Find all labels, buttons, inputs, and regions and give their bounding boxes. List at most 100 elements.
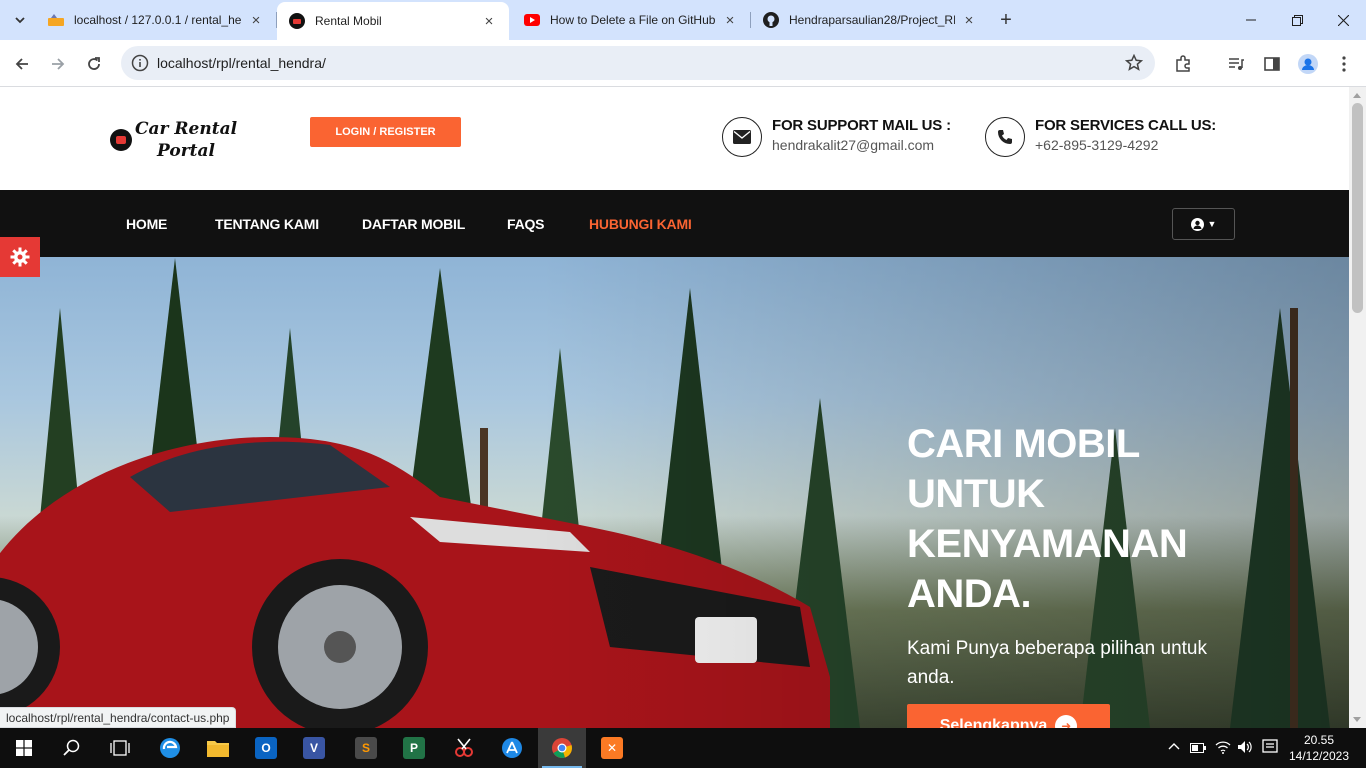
mail-label: FOR SUPPORT MAIL US : xyxy=(772,117,951,134)
taskbar-sublime[interactable]: S xyxy=(342,728,390,768)
close-icon xyxy=(1337,14,1349,26)
scrollbar-thumb[interactable] xyxy=(1352,103,1363,313)
app-store-icon xyxy=(501,737,523,759)
clock-date: 14/12/2023 xyxy=(1288,749,1350,763)
close-icon[interactable]: × xyxy=(481,13,497,30)
envelope-icon xyxy=(722,117,762,157)
menu-button[interactable] xyxy=(1330,50,1358,78)
youtube-icon xyxy=(524,12,540,28)
taskbar-xampp[interactable]: ✕ xyxy=(588,728,636,768)
clock-time: 20.55 xyxy=(1303,733,1335,747)
close-icon[interactable]: × xyxy=(248,12,264,29)
taskbar-outlook[interactable]: O xyxy=(242,728,290,768)
xampp-icon: ✕ xyxy=(601,737,623,759)
bookmark-star-icon[interactable] xyxy=(1125,54,1143,72)
site-logo[interactable]: Car Rental Portal xyxy=(110,118,237,162)
chevron-down-icon xyxy=(14,14,26,26)
taskbar-edge[interactable] xyxy=(146,728,194,768)
arrow-right-icon xyxy=(50,56,66,72)
nav-faqs[interactable]: FAQS xyxy=(507,216,545,232)
profile-button[interactable] xyxy=(1294,50,1322,78)
settings-toggle-button[interactable] xyxy=(0,237,40,277)
browser-tab-bar: localhost / 127.0.0.1 / rental_he × Rent… xyxy=(0,0,1366,40)
tab-search-button[interactable] xyxy=(8,8,32,32)
outlook-icon: O xyxy=(255,737,277,759)
puzzle-icon xyxy=(1174,55,1192,73)
call-value[interactable]: +62-895-3129-4292 xyxy=(1035,137,1216,153)
call-label: FOR SERVICES CALL US: xyxy=(1035,117,1217,134)
taskbar-snipping-tool[interactable] xyxy=(440,728,488,768)
nav-tentang-kami[interactable]: TENTANG KAMI xyxy=(215,216,319,232)
logo-text: Car Rental Portal xyxy=(135,118,237,162)
phpmyadmin-icon xyxy=(48,12,64,28)
sublime-text-icon: S xyxy=(355,737,377,759)
task-view-button[interactable] xyxy=(96,728,144,768)
tab-rental-mobil[interactable]: Rental Mobil × xyxy=(277,2,509,40)
hero-banner: CARI MOBIL UNTUK KENYAMANAN ANDA. Kami P… xyxy=(0,257,1349,728)
side-panel-icon xyxy=(1264,56,1280,72)
close-window-button[interactable] xyxy=(1320,0,1366,40)
tab-phpmyadmin[interactable]: localhost / 127.0.0.1 / rental_he × xyxy=(36,0,276,40)
user-dropdown-button[interactable]: ▼ xyxy=(1172,208,1235,240)
chevron-up-icon[interactable] xyxy=(1168,740,1180,758)
scroll-up-arrow-icon[interactable] xyxy=(1353,93,1361,98)
wifi-icon[interactable] xyxy=(1215,740,1231,759)
battery-icon[interactable] xyxy=(1190,741,1206,759)
gear-icon xyxy=(10,247,30,267)
media-control-button[interactable] xyxy=(1222,50,1250,78)
car-logo-icon xyxy=(110,129,132,151)
info-icon[interactable] xyxy=(131,54,149,72)
main-navbar: HOME TENTANG KAMI DAFTAR MOBIL FAQS HUBU… xyxy=(0,190,1349,257)
address-bar[interactable]: localhost/rpl/rental_hendra/ xyxy=(121,46,1155,80)
login-register-button[interactable]: LOGIN / REGISTER xyxy=(310,117,461,147)
chevron-down-icon: ▼ xyxy=(1207,219,1217,229)
back-button[interactable] xyxy=(8,50,36,78)
close-icon[interactable]: × xyxy=(961,12,977,29)
avatar-icon xyxy=(1298,54,1318,74)
restore-button[interactable] xyxy=(1274,0,1320,40)
forward-button[interactable] xyxy=(44,50,72,78)
arrow-left-icon xyxy=(14,56,30,72)
volume-icon[interactable] xyxy=(1237,740,1253,759)
github-icon xyxy=(763,12,779,28)
start-button[interactable] xyxy=(0,728,48,768)
scroll-down-arrow-icon[interactable] xyxy=(1353,717,1361,722)
system-clock[interactable]: 20.55 14/12/2023 xyxy=(1288,732,1350,764)
side-panel-button[interactable] xyxy=(1258,50,1286,78)
url-text[interactable]: localhost/rpl/rental_hendra/ xyxy=(157,55,326,71)
nav-home[interactable]: HOME xyxy=(126,216,167,232)
browser-toolbar: localhost/rpl/rental_hendra/ xyxy=(0,40,1366,87)
taskbar-search-button[interactable] xyxy=(48,728,96,768)
taskbar-file-explorer[interactable] xyxy=(194,728,242,768)
tab-title: Hendraparsaulian28/Project_RP xyxy=(789,13,955,27)
nav-hubungi-kami[interactable]: HUBUNGI KAMI xyxy=(589,216,692,232)
reload-button[interactable] xyxy=(80,50,108,78)
tab-title: How to Delete a File on GitHub xyxy=(550,13,716,27)
support-mail-block: FOR SUPPORT MAIL US : hendrakalit27@gmai… xyxy=(722,117,951,157)
services-call-block: FOR SERVICES CALL US: +62-895-3129-4292 xyxy=(985,117,1216,157)
taskbar-visio[interactable]: V xyxy=(290,728,338,768)
tab-youtube[interactable]: How to Delete a File on GitHub × xyxy=(512,0,750,40)
hero-more-button[interactable]: Selengkapnya ➜ xyxy=(907,704,1110,728)
nav-daftar-mobil[interactable]: DAFTAR MOBIL xyxy=(362,216,465,232)
minimize-icon xyxy=(1246,15,1256,25)
restore-icon xyxy=(1291,14,1303,26)
notification-icon[interactable] xyxy=(1262,739,1278,760)
taskbar-app-installer[interactable] xyxy=(488,728,536,768)
taskbar-chrome[interactable] xyxy=(538,728,586,768)
minimize-button[interactable] xyxy=(1228,0,1274,40)
user-circle-icon xyxy=(1190,217,1204,231)
mail-value[interactable]: hendrakalit27@gmail.com xyxy=(772,137,951,153)
windows-taskbar: O V S P ✕ 20.55 14/12/2023 xyxy=(0,728,1366,768)
reload-icon xyxy=(86,56,102,72)
visio-icon: V xyxy=(303,737,325,759)
site-logo-icon xyxy=(289,13,305,29)
close-icon[interactable]: × xyxy=(722,12,738,29)
new-tab-button[interactable]: + xyxy=(994,8,1018,32)
tab-github[interactable]: Hendraparsaulian28/Project_RP × xyxy=(751,0,989,40)
extensions-button[interactable] xyxy=(1169,50,1197,78)
arrow-right-circle-icon: ➜ xyxy=(1055,715,1078,728)
page-scrollbar[interactable] xyxy=(1349,87,1366,728)
taskbar-project[interactable]: P xyxy=(390,728,438,768)
chrome-icon xyxy=(551,737,573,759)
